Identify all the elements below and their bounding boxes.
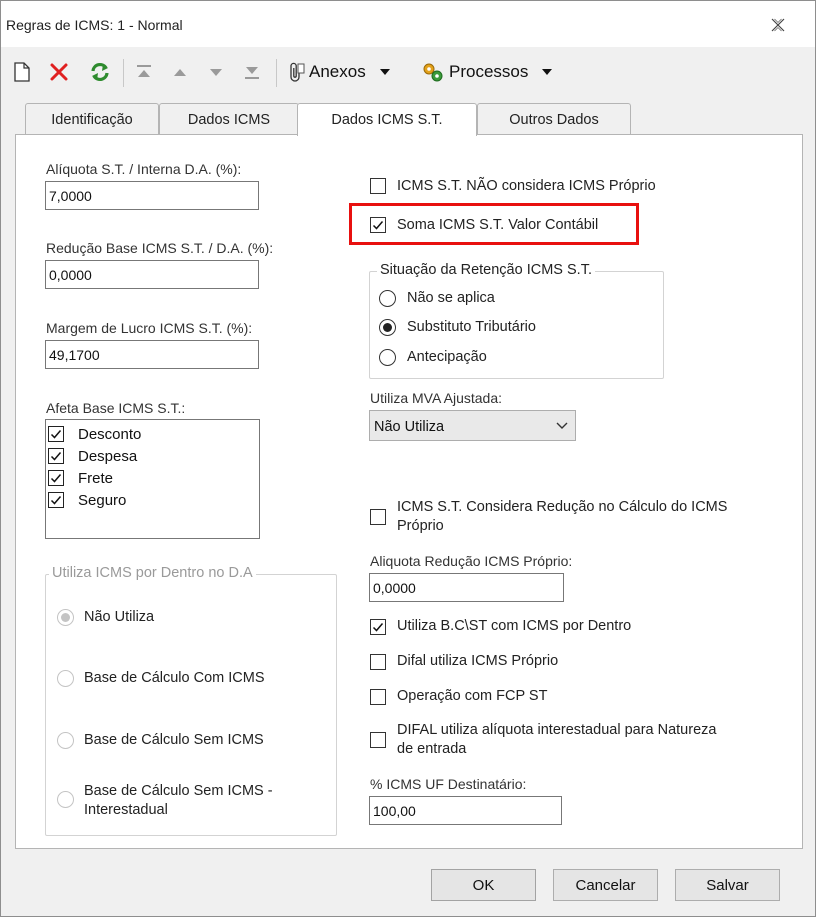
aliquota-reducao-input[interactable]: 0,0000 <box>369 573 564 602</box>
checkbox[interactable] <box>48 492 64 508</box>
move-up-icon <box>174 69 186 76</box>
dropdown-arrow-icon <box>542 69 553 75</box>
tab-dados-icms-st[interactable]: Dados ICMS S.T. <box>297 103 477 136</box>
tab-outros-dados[interactable]: Outros Dados <box>477 103 631 135</box>
difal-checkbox[interactable] <box>370 654 386 670</box>
difal-inter-label-line2: de entrada <box>397 741 467 757</box>
window-title: Regras de ICMS: 1 - Normal <box>6 17 183 33</box>
checkmark-icon <box>50 430 62 439</box>
reducao-label: Redução Base ICMS S.T. / D.A. (%): <box>46 240 274 256</box>
processos-menu-button[interactable]: Processos <box>421 59 553 85</box>
dialog-window: Regras de ICMS: 1 - Normal Anexos Proces… <box>0 0 816 917</box>
considera-reducao-label-line2: Próprio <box>397 518 444 534</box>
cancel-button[interactable]: Cancelar <box>553 869 658 901</box>
checkmark-icon <box>50 474 62 483</box>
list-item-label: Despesa <box>78 448 138 465</box>
tab-bar: Identificação Dados ICMS Dados ICMS S.T.… <box>1 103 815 136</box>
radio-label: Antecipação <box>407 349 487 365</box>
paperclip-icon <box>290 62 305 82</box>
difal-inter-label: DIFAL utiliza alíquota interestadual par… <box>397 722 717 738</box>
checkmark-icon <box>50 496 62 505</box>
mva-select-value: Não Utiliza <box>374 419 445 435</box>
radio-substituto-tributario[interactable] <box>379 319 396 336</box>
ok-button[interactable]: OK <box>431 869 536 901</box>
aliquota-label: Alíquota S.T. / Interna D.A. (%): <box>46 161 242 177</box>
tab-identificacao[interactable]: Identificação <box>25 103 159 135</box>
new-document-icon <box>14 62 30 82</box>
fcp-label: Operação com FCP ST <box>397 688 548 704</box>
chevron-down-icon <box>556 422 568 429</box>
checkmark-icon <box>372 623 384 632</box>
toolbar-separator <box>123 59 124 87</box>
move-down-button[interactable] <box>207 59 225 85</box>
move-last-icon <box>245 67 259 79</box>
anexos-label: Anexos <box>309 62 366 81</box>
move-last-button[interactable] <box>243 59 261 85</box>
highlight-box <box>349 203 639 245</box>
radio-label-line2: Interestadual <box>84 802 168 818</box>
utiliza-bc-checkbox[interactable] <box>370 619 386 635</box>
situacao-group-title: Situação da Retenção ICMS S.T. <box>377 262 595 278</box>
radio-label: Base de Cálculo Com ICMS <box>84 670 265 686</box>
fcp-checkbox[interactable] <box>370 689 386 705</box>
delete-x-icon <box>50 63 68 81</box>
close-icon <box>771 18 785 32</box>
checkbox[interactable] <box>48 470 64 486</box>
toolbar: Anexos Processos <box>1 49 815 95</box>
radio-nao-se-aplica[interactable] <box>379 290 396 307</box>
new-button[interactable] <box>13 59 31 85</box>
margem-input[interactable]: 49,1700 <box>45 340 259 369</box>
move-first-icon <box>137 65 151 77</box>
mva-select[interactable]: Não Utiliza <box>369 410 576 441</box>
save-button[interactable]: Salvar <box>675 869 780 901</box>
gears-icon <box>423 63 443 82</box>
radio-antecipacao[interactable] <box>379 349 396 366</box>
move-down-icon <box>210 69 222 76</box>
close-button[interactable] <box>761 11 795 39</box>
delete-button[interactable] <box>49 59 69 85</box>
checkbox[interactable] <box>48 448 64 464</box>
radio-label: Não se aplica <box>407 290 495 306</box>
considera-reducao-label: ICMS S.T. Considera Redução no Cálculo d… <box>397 499 728 515</box>
mva-label: Utiliza MVA Ajustada: <box>370 390 503 406</box>
radio-label: Substituto Tributário <box>407 319 536 335</box>
title-bar: Regras de ICMS: 1 - Normal <box>1 1 815 47</box>
aliquota-input[interactable]: 7,0000 <box>45 181 259 210</box>
afeta-label: Afeta Base ICMS S.T.: <box>46 400 186 416</box>
toolbar-separator <box>276 59 277 87</box>
refresh-icon <box>91 62 109 82</box>
dropdown-arrow-icon <box>379 69 390 75</box>
radio-label: Base de Cálculo Sem ICMS <box>84 732 264 748</box>
radio-base-sem-icms[interactable] <box>57 732 74 749</box>
reducao-input[interactable]: 0,0000 <box>45 260 259 289</box>
radio-base-sem-icms-interestadual[interactable] <box>57 791 74 808</box>
difal-inter-checkbox[interactable] <box>370 732 386 748</box>
icms-uf-input[interactable]: 100,00 <box>369 796 562 825</box>
list-item-label: Frete <box>78 470 114 487</box>
radio-label: Não Utiliza <box>84 609 155 625</box>
checkmark-icon <box>50 452 62 461</box>
nao-considera-checkbox[interactable] <box>370 178 386 194</box>
list-item-label: Desconto <box>78 426 142 443</box>
afeta-list[interactable]: Desconto Despesa Frete Seguro <box>45 419 260 539</box>
tab-dados-icms[interactable]: Dados ICMS <box>159 103 299 135</box>
icms-uf-label: % ICMS UF Destinatário: <box>370 776 527 792</box>
considera-reducao-checkbox[interactable] <box>370 509 386 525</box>
radio-nao-utiliza[interactable] <box>57 609 74 626</box>
nao-considera-label: ICMS S.T. NÃO considera ICMS Próprio <box>397 178 656 194</box>
margem-label: Margem de Lucro ICMS S.T. (%): <box>46 320 253 336</box>
aliquota-reducao-label: Aliquota Redução ICMS Próprio: <box>370 553 573 569</box>
checkbox[interactable] <box>48 426 64 442</box>
refresh-button[interactable] <box>89 59 111 85</box>
processos-label: Processos <box>449 62 529 81</box>
radio-base-com-icms[interactable] <box>57 670 74 687</box>
radio-label: Base de Cálculo Sem ICMS - <box>84 783 273 799</box>
utiliza-bc-label: Utiliza B.C\ST com ICMS por Dentro <box>397 618 632 634</box>
move-up-button[interactable] <box>171 59 189 85</box>
list-item-label: Seguro <box>78 492 127 509</box>
move-first-button[interactable] <box>135 59 153 85</box>
difal-label: Difal utiliza ICMS Próprio <box>397 653 559 669</box>
icms-dentro-group-title: Utiliza ICMS por Dentro no D.A <box>49 565 256 581</box>
anexos-menu-button[interactable]: Anexos <box>287 59 390 85</box>
